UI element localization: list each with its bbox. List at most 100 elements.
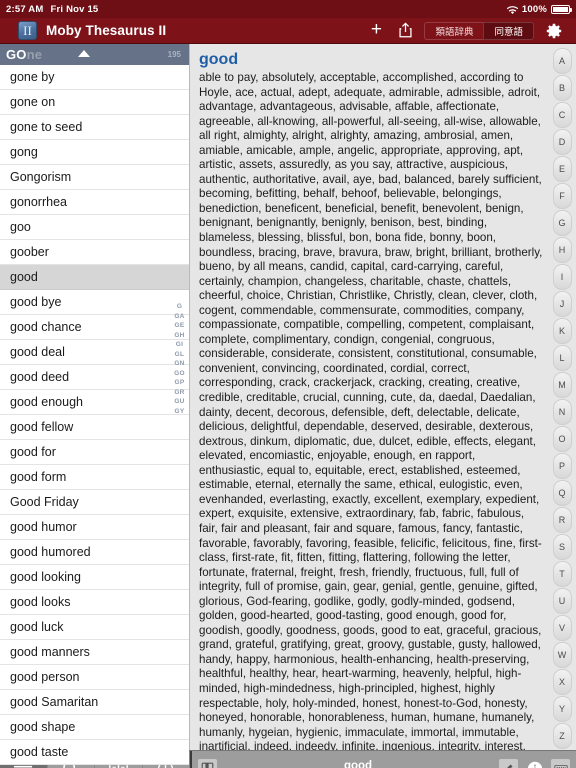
word-list-item-label: gong xyxy=(10,145,38,159)
alphabet-index-item[interactable]: V xyxy=(552,615,572,641)
alphabet-index-item[interactable]: X xyxy=(552,669,572,695)
word-list-item[interactable]: good looks xyxy=(0,590,189,615)
word-list[interactable]: gone by gone on gone to seed gong Gongorism g… xyxy=(0,65,189,765)
share-icon[interactable] xyxy=(390,20,420,42)
section-index-item[interactable]: GN xyxy=(174,360,184,368)
word-list-item[interactable]: good Samaritan xyxy=(0,690,189,715)
word-list-item[interactable]: gong xyxy=(0,140,189,165)
alphabet-index[interactable]: ABCDEFGHIJKLMNOPQRSTUVWXYZ xyxy=(550,44,574,750)
alphabet-index-item[interactable]: G xyxy=(552,210,572,236)
word-list-item-label: good xyxy=(10,270,38,284)
section-index-item[interactable]: GL xyxy=(175,351,185,359)
section-index-item[interactable]: GP xyxy=(175,379,185,387)
section-index-item[interactable]: GR xyxy=(174,389,184,397)
word-list-header-label: GOne xyxy=(6,47,42,62)
alphabet-index-item[interactable]: S xyxy=(552,534,572,560)
navbar-actions: + 類語辞典 同意語 xyxy=(362,20,569,42)
word-list-item[interactable]: goober xyxy=(0,240,189,265)
alphabet-index-item[interactable]: W xyxy=(552,642,572,668)
alphabet-index-item[interactable]: P xyxy=(552,453,572,479)
word-list-item[interactable]: Good Friday xyxy=(0,490,189,515)
mode-segmented-control: 類語辞典 同意語 xyxy=(424,21,534,40)
word-list-item[interactable]: good enough xyxy=(0,390,189,415)
section-index-item[interactable]: GI xyxy=(176,341,183,349)
word-list-item[interactable]: gone by xyxy=(0,65,189,90)
alphabet-index-item[interactable]: F xyxy=(552,183,572,209)
word-list-item[interactable]: good shape xyxy=(0,715,189,740)
alphabet-index-item[interactable]: A xyxy=(552,48,572,74)
alphabet-index-item[interactable]: L xyxy=(552,345,572,371)
alphabet-index-item[interactable]: I xyxy=(552,264,572,290)
pencil-icon[interactable] xyxy=(499,759,518,768)
word-list-item[interactable]: good fellow xyxy=(0,415,189,440)
bookmark-icon[interactable] xyxy=(198,759,217,768)
word-list-header[interactable]: GOne 195 xyxy=(0,44,189,65)
word-list-item[interactable]: good humor xyxy=(0,515,189,540)
alphabet-index-item[interactable]: R xyxy=(552,507,572,533)
word-list-item[interactable]: gonorrhea xyxy=(0,190,189,215)
position-slider[interactable]: good xyxy=(224,759,492,768)
section-index-item[interactable]: GH xyxy=(174,332,184,340)
word-list-item[interactable]: goo xyxy=(0,215,189,240)
alphabet-index-item[interactable]: D xyxy=(552,129,572,155)
word-list-item[interactable]: good form xyxy=(0,465,189,490)
word-list-item-label: gonorrhea xyxy=(10,195,67,209)
triangle-up-icon[interactable] xyxy=(78,50,90,57)
alphabet-index-item[interactable]: B xyxy=(552,75,572,101)
article-title: good xyxy=(199,51,239,68)
word-list-item[interactable]: good person xyxy=(0,665,189,690)
word-list-item-label: good person xyxy=(10,670,80,684)
section-index[interactable]: G GA GE GH GI GL GN GO GP GR GU GY xyxy=(171,303,188,416)
segment-thesaurus[interactable]: 類語辞典 xyxy=(424,21,484,40)
word-list-pane: GOne 195 gone by gone on gone to seed gong G… xyxy=(0,44,190,765)
section-index-item[interactable]: GA xyxy=(174,313,184,321)
word-list-item[interactable]: gone to seed xyxy=(0,115,189,140)
status-date: Fri Nov 15 xyxy=(50,3,99,15)
section-index-item[interactable]: GY xyxy=(175,408,185,416)
alphabet-index-item[interactable]: M xyxy=(552,372,572,398)
article-pane: good able to pay, absolutely, acceptable… xyxy=(190,44,576,750)
word-list-item-label: good deal xyxy=(10,345,65,359)
word-list-item[interactable]: gone on xyxy=(0,90,189,115)
alphabet-index-item[interactable]: N xyxy=(552,399,572,425)
add-button[interactable]: + xyxy=(362,20,390,42)
alphabet-index-item[interactable]: T xyxy=(552,561,572,587)
section-index-item[interactable]: GO xyxy=(174,370,185,378)
alphabet-index-item[interactable]: Q xyxy=(552,480,572,506)
section-index-item[interactable]: G xyxy=(177,303,182,311)
word-list-item[interactable]: good xyxy=(0,265,189,290)
word-list-item-label: good looking xyxy=(10,570,81,584)
word-list-item[interactable]: good looking xyxy=(0,565,189,590)
alphabet-index-item[interactable]: Y xyxy=(552,696,572,722)
word-list-item[interactable]: Gongorism xyxy=(0,165,189,190)
alphabet-index-item[interactable]: K xyxy=(552,318,572,344)
section-index-item[interactable]: GE xyxy=(175,322,185,330)
word-list-item[interactable]: good deal xyxy=(0,340,189,365)
word-list-item[interactable]: good for xyxy=(0,440,189,465)
alphabet-index-item[interactable]: H xyxy=(552,237,572,263)
word-list-item[interactable]: good manners xyxy=(0,640,189,665)
gear-icon[interactable] xyxy=(539,20,569,42)
section-index-item[interactable]: GU xyxy=(174,398,184,406)
alphabet-index-item[interactable]: C xyxy=(552,102,572,128)
app-title: Moby Thesaurus II xyxy=(46,23,167,38)
word-list-item[interactable]: good bye xyxy=(0,290,189,315)
status-right-cluster: 100% xyxy=(506,4,572,15)
alphabet-index-item[interactable]: J xyxy=(552,291,572,317)
alphabet-index-item[interactable]: U xyxy=(552,588,572,614)
word-list-item[interactable]: good taste xyxy=(0,740,189,765)
segment-synonyms[interactable]: 同意語 xyxy=(483,21,534,40)
wifi-icon xyxy=(506,5,518,15)
word-list-item[interactable]: good humored xyxy=(0,540,189,565)
word-list-item-label: good looks xyxy=(10,595,71,609)
word-list-item-label: good chance xyxy=(10,320,82,334)
keyboard-icon[interactable] xyxy=(551,759,570,768)
alphabet-index-item[interactable]: E xyxy=(552,156,572,182)
alphabet-index-item[interactable]: O xyxy=(552,426,572,452)
word-list-item[interactable]: good deed xyxy=(0,365,189,390)
word-list-item[interactable]: good luck xyxy=(0,615,189,640)
word-list-item-label: good humor xyxy=(10,520,77,534)
word-list-item[interactable]: good chance xyxy=(0,315,189,340)
alphabet-index-item[interactable]: Z xyxy=(552,723,572,749)
info-icon[interactable] xyxy=(525,759,544,768)
